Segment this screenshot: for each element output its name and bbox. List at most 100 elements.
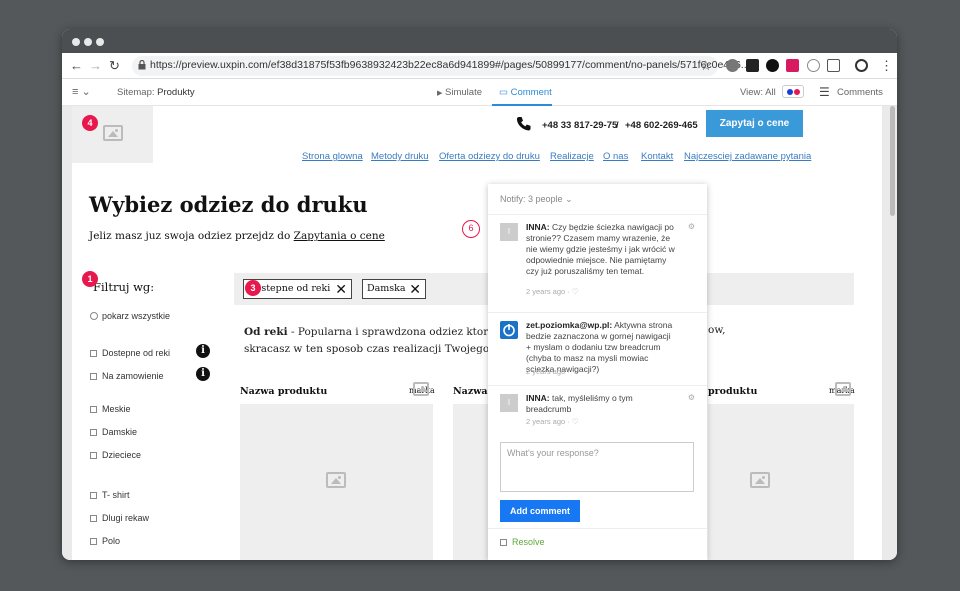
bookmark-star-icon[interactable]: ☆ (700, 57, 712, 75)
filter-label: Meskie (102, 404, 131, 414)
nav-link-contact[interactable]: Kontakt (641, 151, 673, 162)
product-image[interactable] (453, 404, 488, 560)
extension-icon[interactable] (827, 59, 840, 72)
info-icon[interactable]: i (196, 344, 210, 358)
filter-label: Na zamowienie (102, 371, 164, 381)
gear-icon[interactable]: ⚙ (688, 222, 695, 231)
product-title[interactable]: produktu (708, 386, 757, 397)
url-text: https://preview.uxpin.com/ef38d31875f53f… (150, 59, 750, 71)
filter-label: pokarz wszystkie (102, 311, 171, 321)
phone-number-1[interactable]: +48 33 817-29-75 (542, 120, 617, 131)
comment-text: INNA: tak, myśleliśmy o tym breadcrumb (526, 393, 676, 415)
extension-icon[interactable] (766, 59, 779, 72)
extension-icon[interactable] (786, 59, 799, 72)
avatar: I (500, 394, 518, 412)
filter-on-order[interactable]: Na zamowienie (90, 371, 164, 381)
forward-icon[interactable]: → (89, 57, 102, 75)
list-icon[interactable]: ☰ (819, 85, 830, 99)
brand-image-icon (413, 382, 429, 396)
extension-icon[interactable] (726, 59, 739, 72)
heart-icon[interactable]: ♡ (572, 417, 579, 426)
checkbox[interactable] (90, 429, 97, 436)
hamburger-menu-icon[interactable]: ≡ ⌄ (72, 85, 91, 98)
checkbox[interactable] (90, 406, 97, 413)
filter-mens[interactable]: Meskie (90, 404, 131, 414)
reload-icon[interactable]: ↻ (109, 57, 120, 75)
gear-icon[interactable]: ⚙ (688, 393, 695, 402)
view-color-toggle[interactable] (782, 85, 804, 98)
sitemap-selector[interactable]: Sitemap: Produkty (117, 87, 195, 98)
nav-link-offer[interactable]: Oferta odziezy do druku (439, 151, 540, 162)
comment-tab[interactable]: ▭ Comment (499, 87, 552, 98)
checkbox[interactable] (90, 515, 97, 522)
product-title[interactable]: Nazwa (453, 386, 488, 397)
description-line: - Popularna i sprawdzona odziez ktore ma… (287, 326, 520, 338)
comment-marker-3[interactable]: 3 (245, 280, 261, 296)
remove-icon[interactable]: ✕ (335, 281, 347, 299)
filter-long-sleeve[interactable]: Dlugi rekaw (90, 513, 149, 523)
product-title[interactable]: Nazwa produktu (240, 386, 327, 397)
filter-polo[interactable]: Polo (90, 536, 120, 546)
back-icon[interactable]: ← (70, 57, 83, 75)
reply-textarea[interactable]: What's your response? (500, 442, 694, 492)
extension-icon[interactable] (746, 59, 759, 72)
profile-icon[interactable] (855, 59, 868, 72)
nav-link-faq[interactable]: Najczesciej zadawane pytania (684, 151, 811, 162)
phone-icon (516, 116, 531, 131)
filter-chip-womens[interactable]: Damska ✕ (362, 279, 426, 299)
description-line: skracasz w ten sposob czas realizacji Tw… (244, 343, 521, 355)
filter-available[interactable]: Dostepne od reki (90, 348, 170, 358)
image-icon (103, 125, 123, 141)
checkbox[interactable] (90, 350, 97, 357)
checkbox[interactable] (90, 538, 97, 545)
nav-link-methods[interactable]: Metody druku (371, 151, 429, 162)
filter-womens[interactable]: Damskie (90, 427, 137, 437)
vertical-scrollbar[interactable] (890, 106, 895, 216)
product-image[interactable] (240, 404, 433, 560)
view-filter[interactable]: View: All (740, 87, 776, 98)
url-field[interactable]: https://preview.uxpin.com/ef38d31875f53f… (132, 56, 750, 76)
close-dot[interactable] (72, 38, 80, 46)
comment-time: 2 years ago (526, 367, 566, 376)
comment-marker-1[interactable]: 1 (82, 271, 98, 287)
simulate-label: Simulate (445, 87, 482, 98)
description-bold: Od reki (244, 326, 288, 338)
comment-author: INNA: (526, 222, 550, 232)
radio-button[interactable] (90, 312, 98, 320)
checkbox[interactable] (90, 492, 97, 499)
notify-selector[interactable]: Notify: 3 people ⌄ (500, 194, 573, 205)
play-icon: ▶ (437, 90, 443, 97)
filter-show-all[interactable]: pokarz wszystkie (90, 311, 170, 321)
quote-link[interactable]: Zapytania o cene (294, 230, 385, 242)
phone-number-2[interactable]: +48 602-269-465 (625, 120, 698, 131)
heart-icon[interactable]: ♡ (572, 367, 579, 376)
nav-link-about[interactable]: O nas (603, 151, 628, 162)
browser-menu-icon[interactable]: ⋮ (880, 57, 893, 75)
product-image[interactable] (708, 404, 854, 560)
checkbox[interactable] (90, 452, 97, 459)
simulate-tab[interactable]: ▶ Simulate (437, 87, 482, 98)
filter-tshirt[interactable]: T- shirt (90, 490, 130, 500)
comment-author: INNA: (526, 393, 550, 403)
nav-link-realizations[interactable]: Realizacje (550, 151, 594, 162)
info-icon[interactable]: i (196, 367, 210, 381)
checkbox[interactable] (500, 539, 507, 546)
add-comment-button[interactable]: Add comment (500, 500, 580, 522)
nav-link-home[interactable]: Strona glowna (302, 151, 363, 162)
comment-marker-4[interactable]: 4 (82, 115, 98, 131)
resolve-checkbox[interactable]: Resolve (500, 537, 545, 547)
comments-toggle[interactable]: Comments (837, 87, 883, 98)
extension-icon[interactable] (807, 59, 820, 72)
filter-title: Filtruj wg: (93, 280, 155, 294)
maximize-dot[interactable] (96, 38, 104, 46)
chevron-down-icon: ⌄ (565, 194, 573, 204)
checkbox[interactable] (90, 373, 97, 380)
filter-kids[interactable]: Dzieciece (90, 450, 141, 460)
request-quote-button[interactable]: Zapytaj o cene (706, 110, 803, 137)
remove-icon[interactable]: ✕ (409, 281, 421, 299)
heart-icon[interactable]: ♡ (572, 287, 579, 296)
preview-canvas: 4 +48 33 817-29-75 / +48 602-269-465 Zap… (62, 106, 897, 560)
comment-marker-6[interactable]: 6 (462, 220, 480, 238)
chip-label: Damska (367, 283, 406, 294)
minimize-dot[interactable] (84, 38, 92, 46)
